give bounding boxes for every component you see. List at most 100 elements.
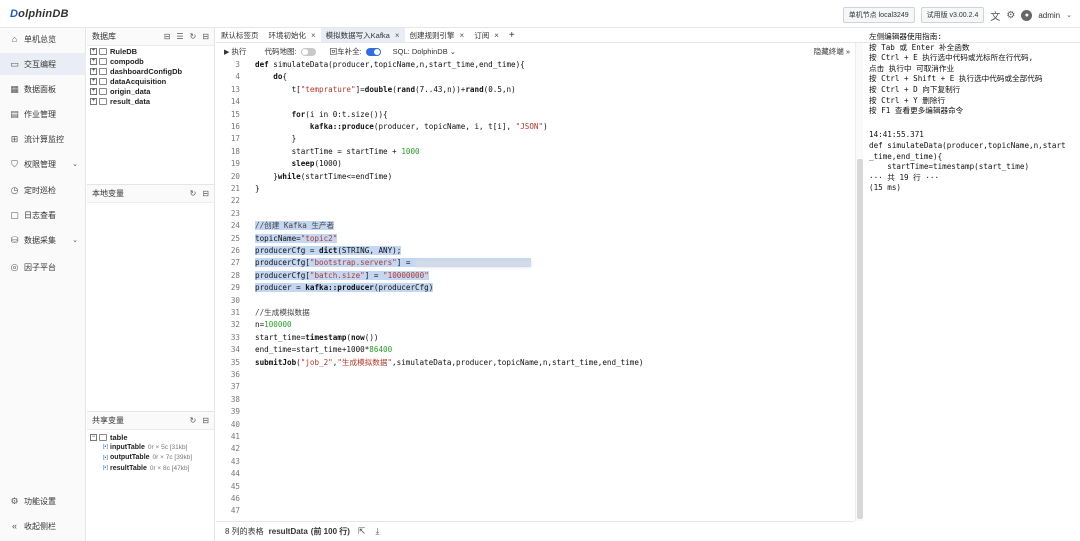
download-icon[interactable]: ⤓ [375, 526, 379, 537]
expand-icon[interactable]: + [90, 87, 97, 95]
code-line[interactable]: 46 [216, 493, 854, 505]
code-line[interactable]: 22 [216, 195, 854, 207]
table-icon[interactable]: ☰ [176, 32, 183, 41]
code-line[interactable]: 40 [216, 419, 854, 431]
code-line[interactable]: 42 [216, 443, 854, 455]
shared-var-item[interactable]: [▪] outputTable 0r × 7c [39kb] [87, 453, 214, 464]
code-editor[interactable]: 3 def simulateData(producer,topicName,n,s… [216, 59, 854, 521]
editor-scrollbar[interactable] [855, 43, 863, 521]
code-line[interactable]: 23 [216, 208, 854, 220]
code-line[interactable]: 41 [216, 431, 854, 443]
gear-icon[interactable]: ⚙ [1006, 10, 1015, 21]
code-line[interactable]: 28 producerCfg["batch.size"] = "10000000" [216, 270, 854, 282]
chevron-down-icon[interactable]: ⌄ [1066, 11, 1072, 19]
code-line[interactable]: 14 [216, 96, 854, 108]
tree-item-db[interactable]: + dataAcquisition [87, 76, 214, 86]
refresh-icon[interactable]: ↻ [190, 416, 197, 425]
code-line[interactable]: 25 topicName="topic2" [216, 233, 854, 245]
nav-item-factor[interactable]: ◎ 因子平台 [0, 256, 86, 278]
hide-terminal-button[interactable]: 隐藏终端 » [814, 46, 850, 57]
nav-item-jobs[interactable]: ▤ 作业管理 [0, 103, 86, 125]
nav-item-permissions[interactable]: ⛉ 权限管理 ⌄ [0, 153, 86, 175]
tree-item-db[interactable]: + compodb [87, 56, 214, 66]
code-line[interactable]: 47 [216, 505, 854, 517]
translate-icon[interactable]: 文 [990, 8, 1000, 23]
close-icon[interactable]: × [460, 31, 465, 40]
tree-group-table[interactable]: − table [87, 432, 214, 442]
enter-complete-switch[interactable] [365, 47, 381, 56]
collapse-icon[interactable]: − [90, 433, 97, 441]
app-logo[interactable]: DolphinDB [10, 8, 69, 20]
code-line[interactable]: 39 [216, 406, 854, 418]
minimap-toggle[interactable]: 代码地图: [264, 46, 316, 57]
code-line[interactable]: 37 [216, 381, 854, 393]
tab-kafka[interactable]: 模拟数据写入Kafka × [320, 28, 405, 42]
code-line[interactable]: 34 end_time=start_time+1000*86400 [216, 344, 854, 356]
tree-item-db[interactable]: + dashboardConfigDb [87, 66, 214, 76]
code-line[interactable]: 24 //创建 Kafka 生产者 [216, 220, 854, 232]
code-line[interactable]: 36 [216, 369, 854, 381]
add-tab-button[interactable]: + [504, 28, 520, 42]
nav-item-stream[interactable]: ⊞ 流计算监控 [0, 128, 86, 150]
tab-default[interactable]: 默认标签页 [216, 28, 264, 42]
node-badge[interactable]: 单机节点 local3249 [842, 7, 915, 23]
nav-item-interactive[interactable]: ▭ 交互编程 [0, 53, 86, 75]
user-name[interactable]: admin [1038, 11, 1060, 20]
code-line[interactable]: 3 def simulateData(producer,topicName,n,s… [216, 59, 854, 71]
open-external-icon[interactable]: ⇱ [358, 526, 366, 537]
code-line[interactable]: 20 }while(startTime<=endTime) [216, 171, 854, 183]
run-button[interactable]: ▶ 执行 [224, 46, 246, 57]
collapse-sidebar-button[interactable]: «收起侧栏 [0, 515, 86, 537]
nav-item-logs[interactable]: ▢ 日志查看 [0, 204, 86, 226]
tree-item-db[interactable]: + result_data [87, 96, 214, 106]
expand-icon[interactable]: + [90, 77, 97, 85]
code-line[interactable]: 16 kafka::produce(producer, topicName, i… [216, 121, 854, 133]
code-line[interactable]: 19 sleep(1000) [216, 158, 854, 170]
code-line[interactable]: 35 submitJob("job_2","生成模拟数据",simulateDat… [216, 357, 854, 369]
nav-item-overview[interactable]: ⌂ 单机总览 [0, 28, 86, 50]
code-line[interactable]: 29 producer = kafka::producer(producerCfg… [216, 282, 854, 294]
nav-item-settings[interactable]: ⚙ 功能设置 [0, 490, 86, 512]
code-line[interactable]: 13 t["temprature"]=double(rand(7..43,n))… [216, 84, 854, 96]
sql-dialect-select[interactable]: SQL: DolphinDB ⌄ [393, 47, 456, 56]
code-line[interactable]: 26 producerCfg = dict(STRING, ANY); [216, 245, 854, 257]
enter-complete-toggle[interactable]: 回车补全: [330, 46, 381, 57]
code-line[interactable]: 44 [216, 468, 854, 480]
code-line[interactable]: 27 producerCfg["bootstrap.servers"] = [216, 257, 854, 269]
code-line[interactable]: 15 for(i in 0:t.size()){ [216, 109, 854, 121]
shared-var-item[interactable]: [▪] resultTable 0r × 8c [47kb] [87, 463, 214, 474]
code-line[interactable]: 43 [216, 456, 854, 468]
refresh-icon[interactable]: ↻ [190, 32, 197, 41]
nav-item-inspection[interactable]: ◷ 定时巡检 [0, 179, 86, 201]
close-icon[interactable]: × [494, 31, 499, 40]
refresh-icon[interactable]: ↻ [190, 189, 197, 198]
code-line[interactable]: 18 startTime = startTime + 1000 [216, 146, 854, 158]
nav-item-collect[interactable]: ⛁ 数据采集 ⌄ [0, 229, 86, 251]
collapse-icon[interactable]: ⊟ [202, 32, 209, 41]
close-icon[interactable]: × [311, 31, 316, 40]
expand-icon[interactable]: + [90, 57, 97, 65]
code-line[interactable]: 32 n=100000 [216, 319, 854, 331]
code-line[interactable]: 17 } [216, 133, 854, 145]
collapse-icon[interactable]: ⊟ [202, 189, 209, 198]
nav-item-dashboard[interactable]: ▦ 数据面板 [0, 78, 86, 100]
new-database-icon[interactable]: ⊟ [164, 32, 171, 41]
shared-var-item[interactable]: [▪] inputTable 0r × 5c [31kb] [87, 442, 214, 453]
code-line[interactable]: 30 [216, 295, 854, 307]
tab-rule-engine[interactable]: 创建规则引擎 × [405, 28, 470, 42]
code-line[interactable]: 4 do{ [216, 71, 854, 83]
avatar[interactable]: ● [1021, 9, 1033, 21]
tree-item-db[interactable]: + RuleDB [87, 46, 214, 56]
tab-env-init[interactable]: 环境初始化 × [264, 28, 321, 42]
scrollbar-thumb[interactable] [857, 159, 863, 519]
tab-subscribe[interactable]: 订阅 × [469, 28, 504, 42]
code-line[interactable]: 33 start_time=timestamp(now()) [216, 332, 854, 344]
code-line[interactable]: 45 [216, 481, 854, 493]
tree-item-db[interactable]: + origin_data [87, 86, 214, 96]
minimap-switch[interactable] [300, 47, 316, 56]
expand-icon[interactable]: + [90, 47, 97, 55]
code-line[interactable]: 31 //生成模拟数据 [216, 307, 854, 319]
close-icon[interactable]: × [395, 31, 400, 40]
expand-icon[interactable]: + [90, 67, 97, 75]
expand-icon[interactable]: + [90, 97, 97, 105]
